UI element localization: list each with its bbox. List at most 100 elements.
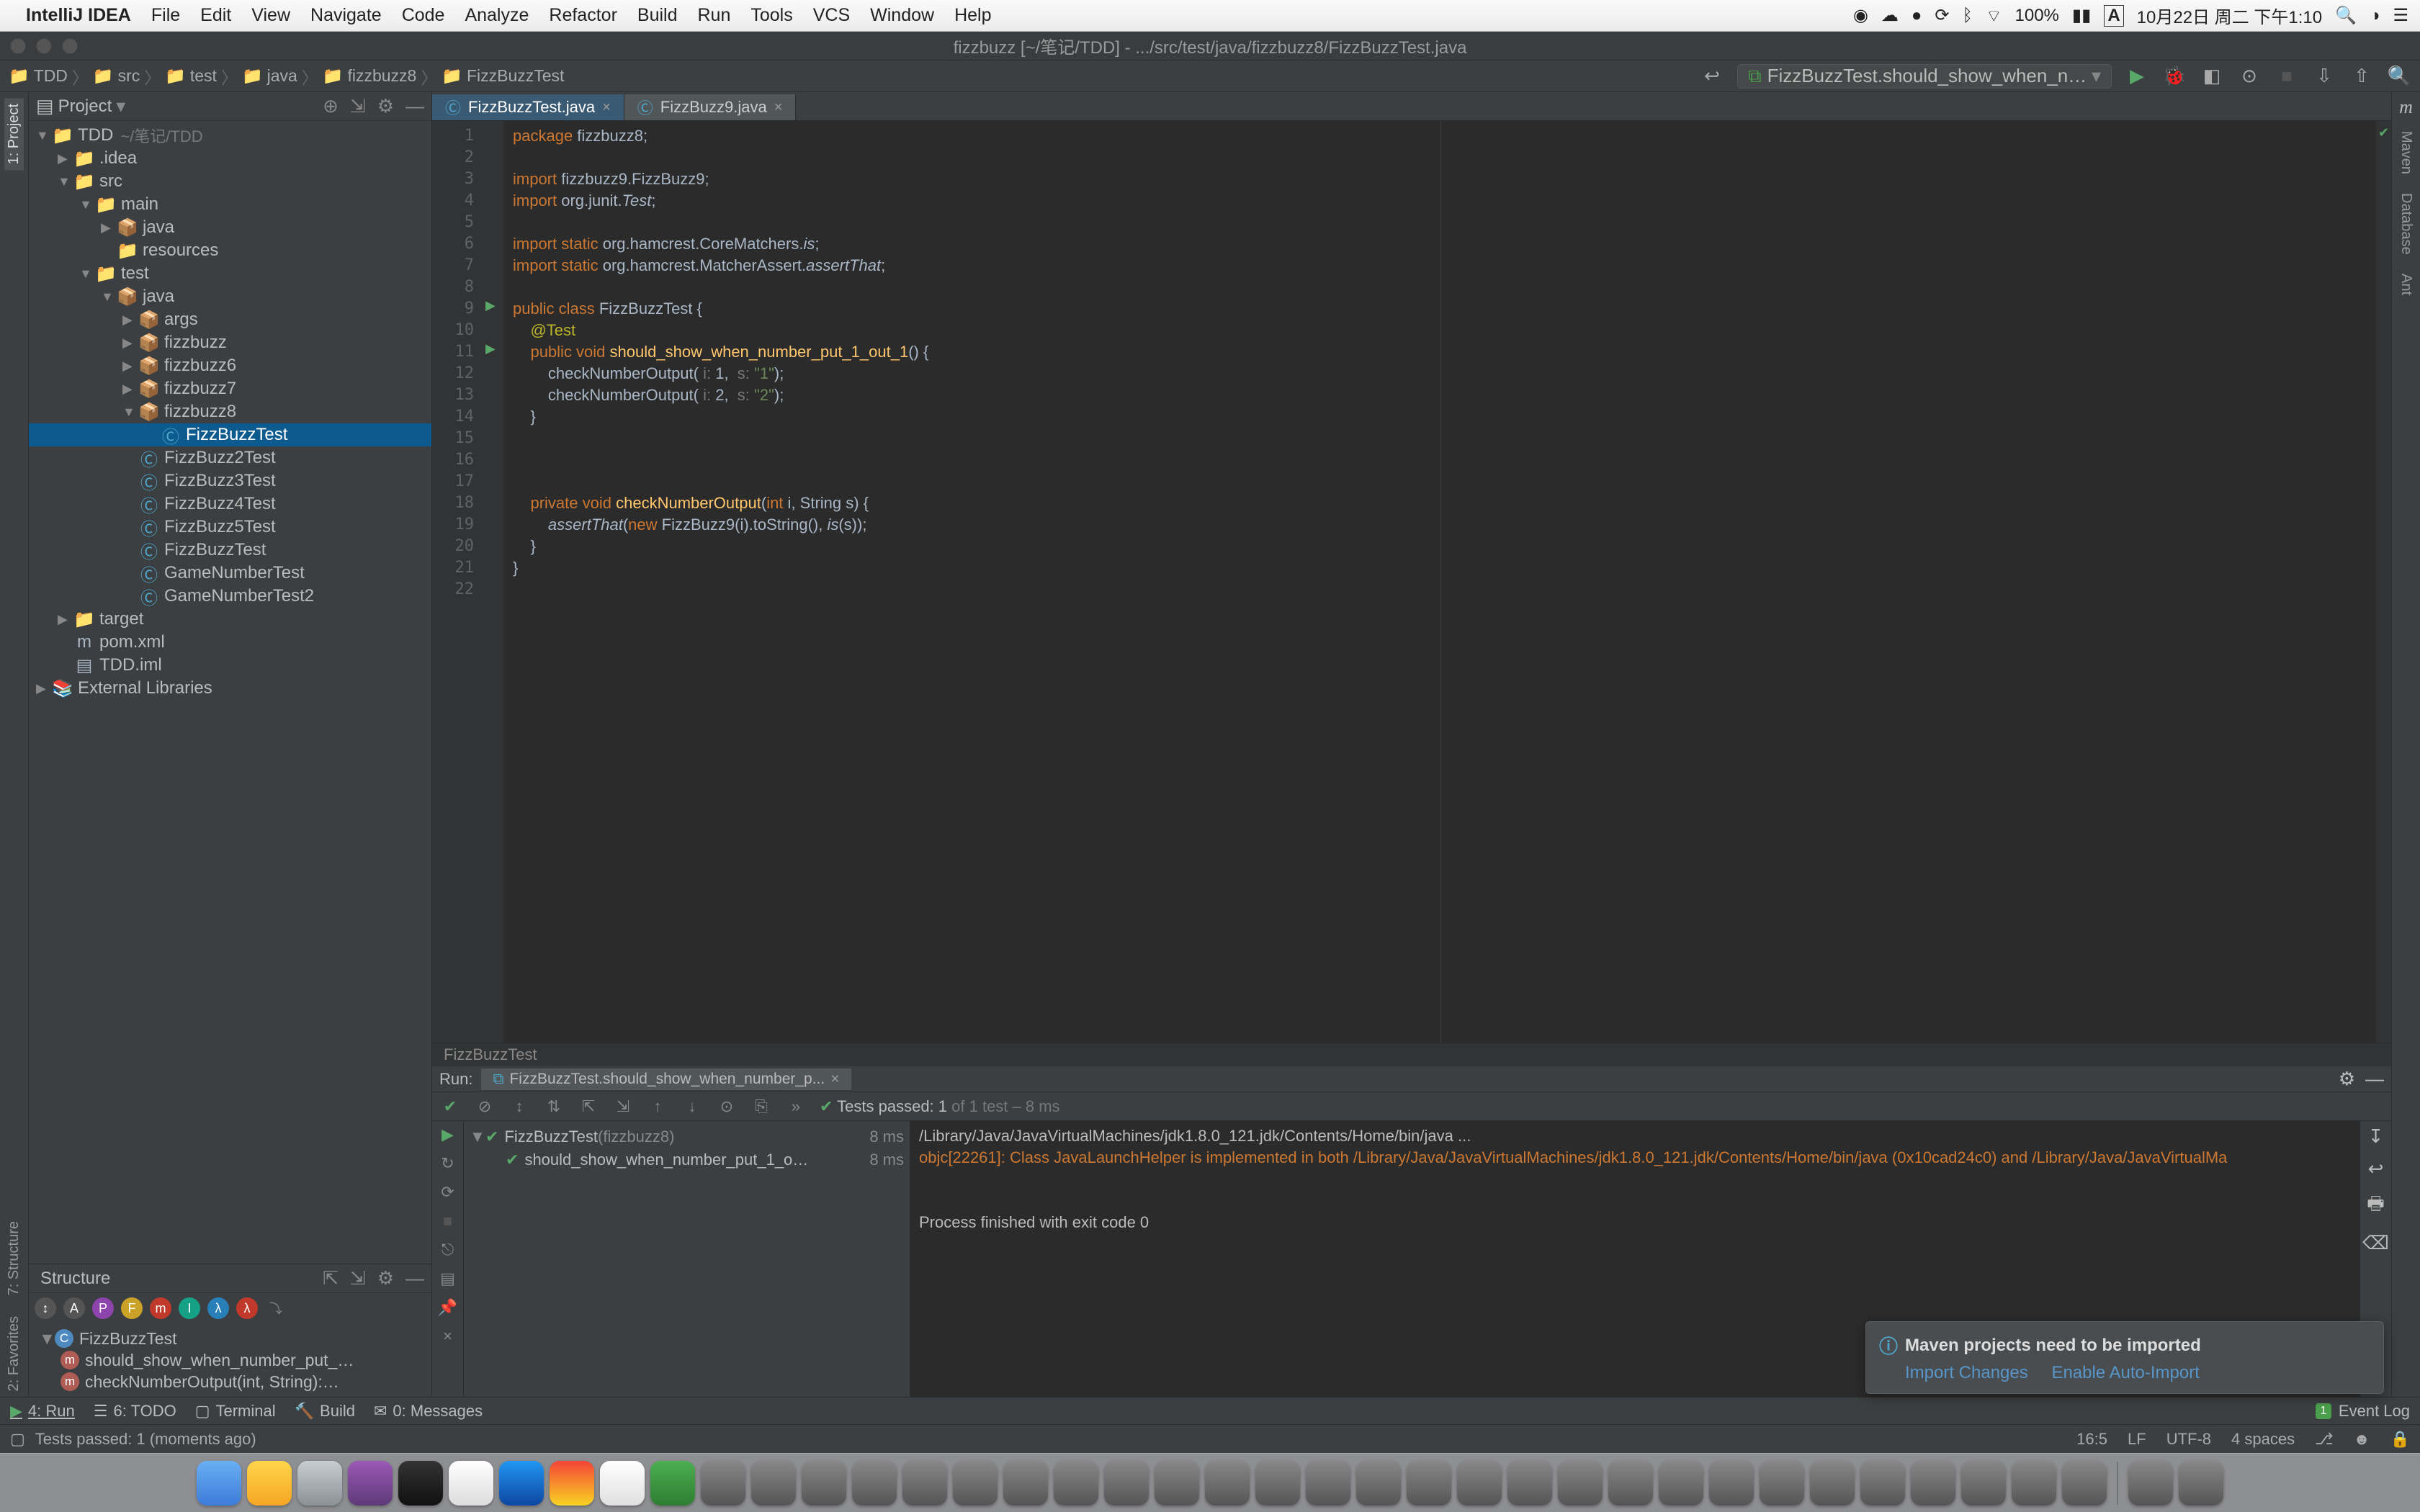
close-tab-icon[interactable]: × [774, 99, 783, 116]
close-tab-icon[interactable]: × [602, 99, 611, 116]
dnd-icon[interactable]: ◑ [2370, 6, 2380, 26]
expand-all-icon[interactable]: ⇱ [578, 1097, 599, 1116]
code-line[interactable]: package fizzbuzz8; [513, 125, 2367, 147]
tree-row[interactable]: ▼📁test [29, 262, 431, 285]
status-toggle-icon[interactable]: ▢ [10, 1430, 25, 1449]
sort-icon[interactable]: ↕ [35, 1297, 56, 1319]
debug-button[interactable]: 🐞 [2162, 64, 2187, 89]
tree-arrow-icon[interactable]: ▼ [79, 266, 95, 282]
menu-vcs[interactable]: VCS [813, 5, 850, 25]
code-line[interactable]: import static org.hamcrest.MatcherAssert… [513, 255, 2367, 276]
dock-app[interactable] [1407, 1461, 1451, 1506]
tree-row[interactable]: ▶📦fizzbuzz6 [29, 354, 431, 377]
dock-app[interactable] [1709, 1461, 1754, 1506]
dock-app[interactable] [751, 1461, 796, 1506]
tree-row[interactable]: ▼📦fizzbuzz8 [29, 400, 431, 423]
tree-arrow-icon[interactable]: ▶ [122, 312, 138, 328]
dock-app[interactable] [348, 1461, 393, 1506]
settings-gear-icon[interactable]: ⚙ [377, 95, 394, 117]
siri-icon[interactable]: ◉ [1853, 5, 1868, 26]
prev-failed-icon[interactable]: ↑ [647, 1097, 668, 1116]
import-tests-icon[interactable]: ⎘ [750, 1097, 772, 1116]
dock-app-finder[interactable] [197, 1461, 241, 1506]
profile-button[interactable]: ⊙ [2237, 64, 2262, 89]
tree-arrow-icon[interactable]: ▼ [58, 174, 73, 189]
battery-percent[interactable]: 100% [2015, 6, 2059, 26]
tool-tab-ant[interactable]: Ant [2396, 268, 2416, 301]
show-non-public-icon[interactable]: λ [236, 1297, 258, 1319]
dock-app[interactable] [1810, 1461, 1855, 1506]
clear-all-icon[interactable]: ⌫ [2362, 1232, 2389, 1254]
tree-row[interactable]: ⒸFizzBuzz4Test [29, 492, 431, 516]
console-line[interactable]: Process finished with exit code 0 [919, 1212, 2351, 1233]
console-line[interactable] [919, 1190, 2351, 1212]
code-line[interactable]: import static org.hamcrest.CoreMatchers.… [513, 233, 2367, 255]
updates-tray-icon[interactable]: ⟳ [1935, 5, 1949, 26]
tree-arrow-icon[interactable]: ▶ [122, 336, 138, 351]
tree-row[interactable]: ▶📦args [29, 308, 431, 331]
code-line[interactable]: public void should_show_when_number_put_… [513, 341, 2367, 363]
dump-threads-icon[interactable]: ⎋ [442, 1241, 454, 1259]
tree-arrow-icon[interactable]: ▼ [122, 405, 138, 420]
code-line[interactable] [513, 276, 2367, 298]
dock-app[interactable] [953, 1461, 998, 1506]
dock-app[interactable] [1054, 1461, 1098, 1506]
show-fields-icon[interactable]: F [121, 1297, 143, 1319]
show-ignored-icon[interactable]: ⊘ [474, 1097, 496, 1116]
dock-app[interactable] [1860, 1461, 1905, 1506]
bottom-tab-messages[interactable]: ✉0: Messages [374, 1402, 483, 1421]
stop-button[interactable]: ■ [2275, 64, 2299, 89]
rerun-icon[interactable]: ▶ [442, 1125, 454, 1144]
dock-app[interactable] [2128, 1461, 2173, 1506]
dock-app[interactable] [1255, 1461, 1300, 1506]
run-configuration-selector[interactable]: ⧉ FizzBuzzTest.should_show_when_number_p… [1737, 64, 2112, 89]
tool-tab-favorites[interactable]: 2: Favorites [4, 1310, 24, 1397]
show-anon-icon[interactable]: λ [207, 1297, 229, 1319]
dock-app[interactable] [1457, 1461, 1502, 1506]
tree-row[interactable]: ▼📁TDD~/笔记/TDD [29, 124, 431, 147]
inspections-icon[interactable]: ☻ [2353, 1430, 2370, 1449]
tree-row[interactable]: ▤TDD.iml [29, 654, 431, 677]
close-icon[interactable]: × [443, 1327, 452, 1346]
tree-row[interactable]: ▶📦java [29, 216, 431, 239]
dock-app[interactable] [802, 1461, 846, 1506]
code-line[interactable] [513, 212, 2367, 233]
code-line[interactable]: assertThat(new FizzBuzz9(i).toString(), … [513, 514, 2367, 536]
dock-app[interactable] [449, 1461, 493, 1506]
breadcrumb[interactable]: 📁TDD〉📁src〉📁test〉📁java〉📁fizzbuzz8〉📁FizzBu… [9, 64, 564, 89]
dock-app[interactable] [1911, 1461, 1955, 1506]
tree-row[interactable]: ⒸGameNumberTest [29, 562, 431, 585]
close-window[interactable] [10, 38, 26, 54]
input-source-icon[interactable]: A [2104, 5, 2123, 27]
run-settings-gear-icon[interactable]: ⚙ [2339, 1068, 2355, 1090]
dock-app[interactable] [1003, 1461, 1048, 1506]
tree-arrow-icon[interactable]: ▶ [101, 220, 117, 235]
dock-app[interactable] [902, 1461, 947, 1506]
dock-app[interactable] [1104, 1461, 1149, 1506]
menu-navigate[interactable]: Navigate [310, 5, 382, 25]
tree-row[interactable]: ▼📁src [29, 170, 431, 193]
zoom-window[interactable] [62, 38, 78, 54]
dock-app[interactable] [1608, 1461, 1653, 1506]
rerun-failed-icon[interactable]: ↻ [441, 1154, 454, 1173]
tree-arrow-icon[interactable]: ▼ [36, 128, 52, 143]
menu-file[interactable]: File [151, 5, 180, 25]
dock-app-trash[interactable] [2179, 1461, 2223, 1506]
run-button[interactable]: ▶ [2125, 64, 2149, 89]
breadcrumb-segment[interactable]: TDD [34, 66, 68, 86]
code-line[interactable]: } [513, 406, 2367, 428]
collapse-all-icon[interactable]: ⇲ [612, 1097, 634, 1116]
dock-app[interactable] [1155, 1461, 1199, 1506]
vcs-commit-icon[interactable]: ⇧ [2349, 64, 2374, 89]
close-tab-icon[interactable]: × [830, 1071, 839, 1088]
select-first-failed-icon[interactable]: ⊙ [716, 1097, 738, 1116]
line-separator[interactable]: LF [2128, 1430, 2146, 1449]
dock-app[interactable] [701, 1461, 745, 1506]
dock-app[interactable] [247, 1461, 292, 1506]
code-line[interactable]: } [513, 536, 2367, 557]
tool-tab-database[interactable]: Database [2396, 187, 2416, 261]
soft-wrap-icon[interactable]: ↩ [2368, 1158, 2384, 1180]
breadcrumb-segment[interactable]: test [190, 66, 217, 86]
menu-tools[interactable]: Tools [750, 5, 792, 25]
breadcrumb-segment[interactable]: fizzbuzz8 [347, 66, 416, 86]
